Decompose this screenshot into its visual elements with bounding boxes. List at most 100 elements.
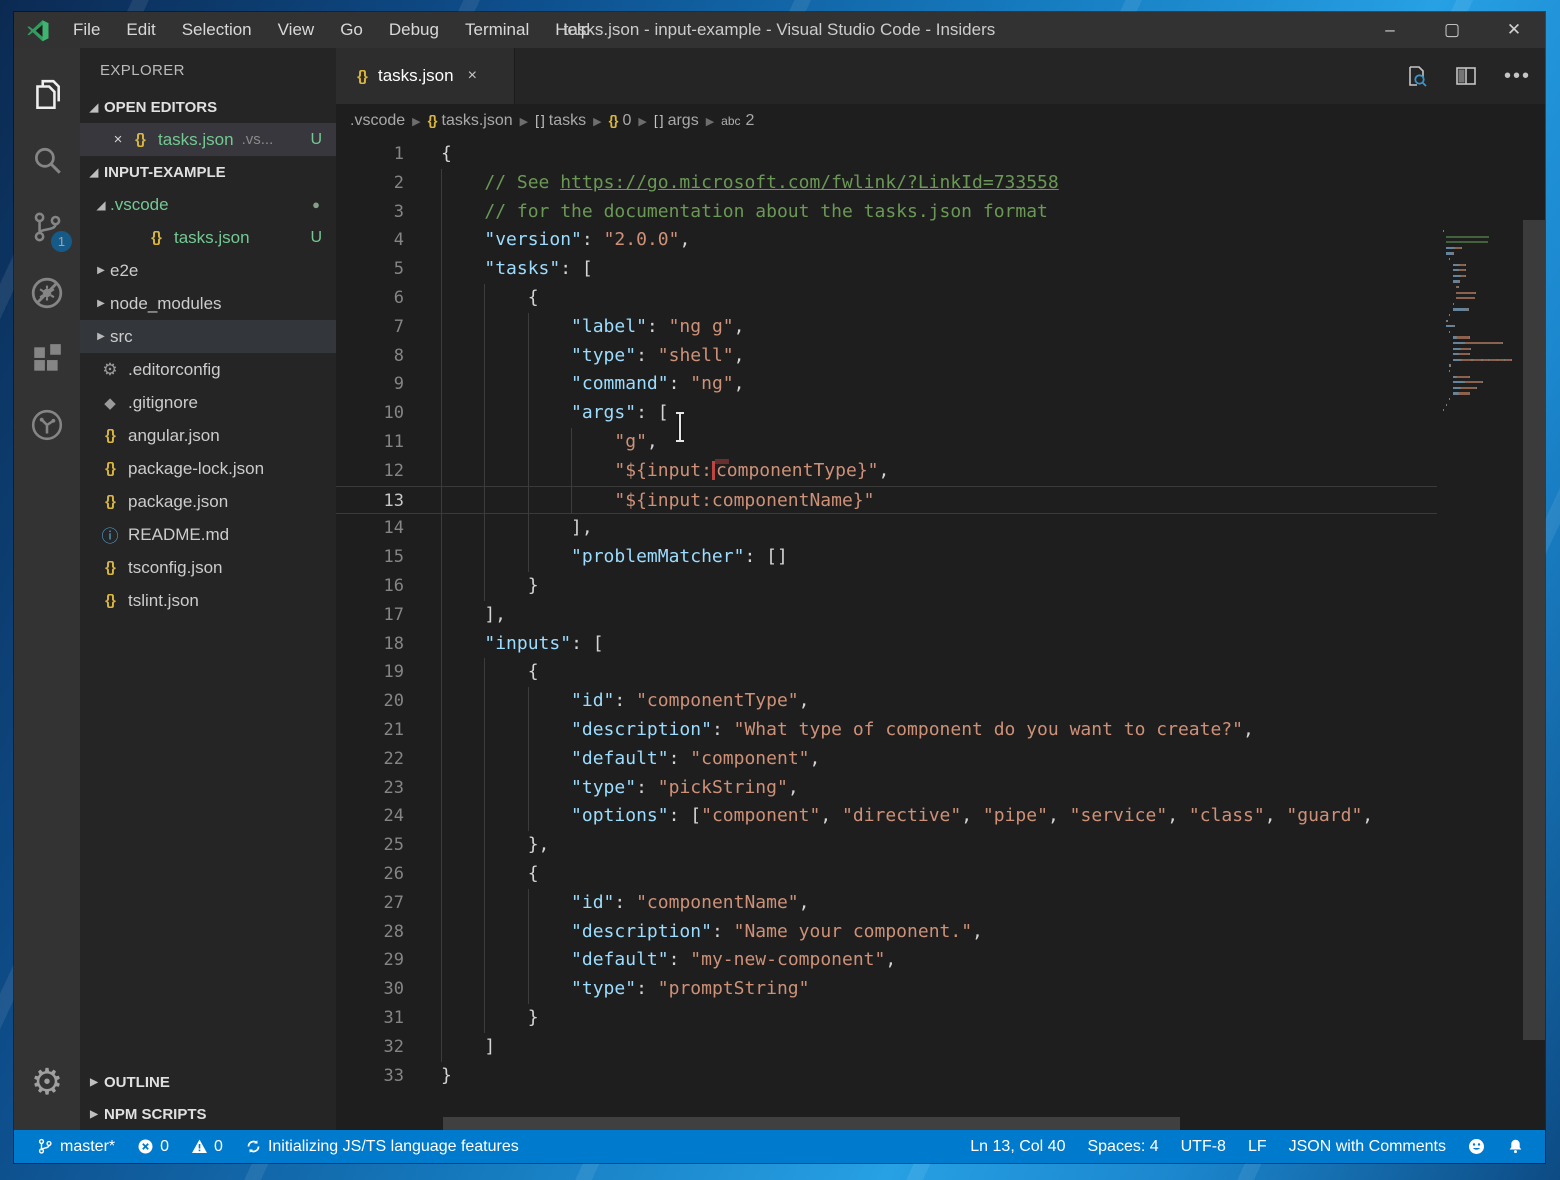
status-bell[interactable]: [1500, 1138, 1531, 1155]
menu-file[interactable]: File: [60, 12, 113, 48]
code-line-2[interactable]: 2 // See https://go.microsoft.com/fwlink…: [336, 169, 1437, 198]
menu-debug[interactable]: Debug: [376, 12, 452, 48]
tree-item-node_modules[interactable]: ▶node_modules: [80, 287, 336, 320]
tab-tasks-json[interactable]: {} tasks.json ×: [336, 48, 515, 104]
code-line-15[interactable]: 15 "problemMatcher": []: [336, 543, 1437, 572]
code-line-6[interactable]: 6 {: [336, 284, 1437, 313]
code-line-14[interactable]: 14 ],: [336, 514, 1437, 543]
status-warning-0[interactable]: 0: [184, 1138, 230, 1156]
code-line-3[interactable]: 3 // for the documentation about the tas…: [336, 198, 1437, 227]
section-npm-scripts[interactable]: ▶NPM SCRIPTS: [80, 1098, 336, 1130]
code-line-32[interactable]: 32 ]: [336, 1033, 1437, 1062]
activitybar-settings[interactable]: ⚙: [14, 1050, 80, 1116]
menu-view[interactable]: View: [265, 12, 328, 48]
menu-terminal[interactable]: Terminal: [452, 12, 542, 48]
code-line-33[interactable]: 33}: [336, 1062, 1437, 1091]
close-icon[interactable]: ×: [108, 131, 128, 148]
code-line-5[interactable]: 5 "tasks": [: [336, 255, 1437, 284]
status--lf[interactable]: LF: [1241, 1138, 1274, 1156]
code-editor[interactable]: 1{2 // See https://go.microsoft.com/fwli…: [336, 138, 1545, 1130]
code-line-30[interactable]: 30 "type": "promptString": [336, 975, 1437, 1004]
status-label: 0: [214, 1138, 223, 1156]
status-error-0[interactable]: 0: [130, 1138, 176, 1156]
code-line-12[interactable]: 12 "${input:componentType}",: [336, 457, 1437, 486]
open-search-icon[interactable]: [1404, 64, 1428, 88]
code-line-24[interactable]: 24 "options": ["component", "directive",…: [336, 802, 1437, 831]
tree-item-src[interactable]: ▶src: [80, 320, 336, 353]
activitybar-search[interactable]: [14, 128, 80, 194]
maximize-button[interactable]: ▢: [1421, 12, 1483, 48]
code-line-22[interactable]: 22 "default": "component",: [336, 745, 1437, 774]
code-line-23[interactable]: 23 "type": "pickString",: [336, 774, 1437, 803]
vertical-scrollbar[interactable]: [1523, 220, 1545, 1040]
code-line-7[interactable]: 7 "label": "ng g",: [336, 313, 1437, 342]
minimize-button[interactable]: –: [1359, 12, 1421, 48]
status--json-with-comments[interactable]: JSON with Comments: [1282, 1138, 1453, 1156]
menu-help[interactable]: Help: [542, 12, 603, 48]
breadcrumb-item-args[interactable]: [ ]args: [654, 112, 699, 130]
horizontal-scrollbar[interactable]: [443, 1117, 1180, 1130]
open-editors-header[interactable]: ◢ OPEN EDITORS: [80, 91, 336, 123]
tab-close-icon[interactable]: ×: [464, 65, 481, 87]
code-line-4[interactable]: 4 "version": "2.0.0",: [336, 226, 1437, 255]
code-line-27[interactable]: 27 "id": "componentName",: [336, 889, 1437, 918]
status-smiley[interactable]: [1461, 1138, 1492, 1155]
code-line-20[interactable]: 20 "id": "componentType",: [336, 687, 1437, 716]
breadcrumb-item-tasks[interactable]: [ ]tasks: [535, 112, 586, 130]
tree-item-README.md[interactable]: ⓘREADME.md: [80, 518, 336, 551]
tree-item-.vscode[interactable]: ◢.vscode●: [80, 188, 336, 221]
code-line-26[interactable]: 26 {: [336, 860, 1437, 889]
status--spaces-4[interactable]: Spaces: 4: [1080, 1138, 1165, 1156]
code-line-18[interactable]: 18 "inputs": [: [336, 630, 1437, 659]
code-line-1[interactable]: 1{: [336, 140, 1437, 169]
menu-edit[interactable]: Edit: [113, 12, 168, 48]
status--ln-13-col-40[interactable]: Ln 13, Col 40: [963, 1138, 1072, 1156]
activitybar-extension-circle[interactable]: [14, 392, 80, 458]
menu-selection[interactable]: Selection: [169, 12, 265, 48]
breadcrumb-item-0[interactable]: {}0: [609, 112, 632, 130]
code-line-21[interactable]: 21 "description": "What type of componen…: [336, 716, 1437, 745]
code-line-25[interactable]: 25 },: [336, 831, 1437, 860]
code-line-8[interactable]: 8 "type": "shell",: [336, 342, 1437, 371]
indent-guide: [441, 630, 442, 659]
status-sync-initializing-js-ts-language-features[interactable]: Initializing JS/TS language features: [238, 1138, 526, 1156]
menu-go[interactable]: Go: [327, 12, 376, 48]
code-line-11[interactable]: 11 "g",: [336, 428, 1437, 457]
open-editor-tasks.json[interactable]: ×{}tasks.json.vs...U: [80, 123, 336, 156]
project-folder-header[interactable]: ◢ INPUT-EXAMPLE: [80, 156, 336, 188]
activitybar-source-control[interactable]: 1: [14, 194, 80, 260]
minimap[interactable]: [1439, 230, 1523, 420]
tree-item-package-lock.json[interactable]: {}package-lock.json: [80, 452, 336, 485]
close-button[interactable]: ✕: [1483, 12, 1545, 48]
more-actions-icon[interactable]: •••: [1504, 65, 1531, 88]
code-line-31[interactable]: 31 }: [336, 1004, 1437, 1033]
split-editor-icon[interactable]: [1454, 64, 1478, 88]
activitybar-files[interactable]: [14, 62, 80, 128]
tree-item-.gitignore[interactable]: ◆.gitignore: [80, 386, 336, 419]
tree-item-.editorconfig[interactable]: ⚙.editorconfig: [80, 353, 336, 386]
breadcrumb-item-tasks.json[interactable]: {}tasks.json: [428, 112, 513, 130]
status-branch-master-[interactable]: master*: [30, 1138, 122, 1156]
code-line-28[interactable]: 28 "description": "Name your component."…: [336, 918, 1437, 947]
activitybar-debug[interactable]: [14, 260, 80, 326]
code-line-16[interactable]: 16 }: [336, 572, 1437, 601]
code-line-10[interactable]: 10 "args": [: [336, 399, 1437, 428]
code-line-29[interactable]: 29 "default": "my-new-component",: [336, 946, 1437, 975]
code-line-19[interactable]: 19 {: [336, 658, 1437, 687]
breadcrumb-item-2[interactable]: abc2: [721, 112, 754, 130]
section-outline[interactable]: ▶OUTLINE: [80, 1066, 336, 1098]
code-line-9[interactable]: 9 "command": "ng",: [336, 370, 1437, 399]
tree-item-package.json[interactable]: {}package.json: [80, 485, 336, 518]
code-line-17[interactable]: 17 ],: [336, 601, 1437, 630]
tree-item-tslint.json[interactable]: {}tslint.json: [80, 584, 336, 617]
activitybar-extensions[interactable]: [14, 326, 80, 392]
status--utf-8[interactable]: UTF-8: [1174, 1138, 1233, 1156]
code-line-13[interactable]: 13 "${input:componentName}": [336, 486, 1437, 515]
tree-item-tsconfig.json[interactable]: {}tsconfig.json: [80, 551, 336, 584]
tree-item-angular.json[interactable]: {}angular.json: [80, 419, 336, 452]
indent-guide: [528, 745, 529, 774]
tree-item-tasks.json[interactable]: {}tasks.jsonU: [80, 221, 336, 254]
breadcrumb[interactable]: .vscode▶{}tasks.json▶[ ]tasks▶{}0▶[ ]arg…: [336, 104, 1545, 138]
tree-item-e2e[interactable]: ▶e2e: [80, 254, 336, 287]
breadcrumb-item-.vscode[interactable]: .vscode: [350, 112, 405, 130]
